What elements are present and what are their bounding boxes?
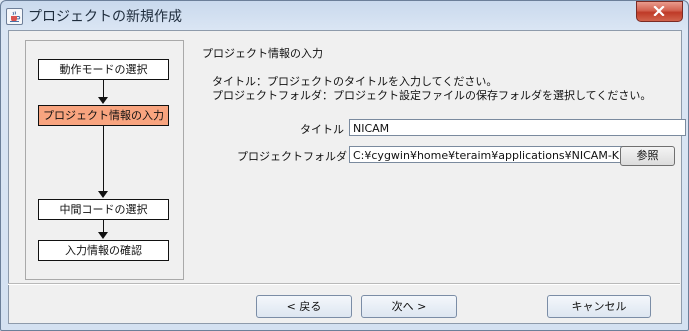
- close-icon: [653, 6, 665, 16]
- window-title: プロジェクトの新規作成: [28, 9, 182, 25]
- cancel-button[interactable]: キャンセル: [547, 295, 651, 318]
- close-button[interactable]: [636, 1, 683, 22]
- step-confirm-input: 入力情報の確認: [38, 240, 169, 261]
- step-select-intermediate-code: 中間コードの選択: [38, 199, 169, 220]
- wizard-steps-panel: 動作モードの選択 プロジェクト情報の入力 中間コードの選択 入力情報の確認: [25, 40, 184, 280]
- footer-separator: [8, 283, 680, 285]
- arrow-down-icon: [98, 97, 108, 104]
- browse-button[interactable]: 参照: [620, 146, 675, 166]
- title-label: タイトル: [300, 123, 344, 136]
- step-project-info-active: プロジェクト情報の入力: [38, 105, 169, 126]
- next-button[interactable]: 次へ >: [361, 295, 457, 318]
- section-title: プロジェクト情報の入力: [202, 47, 323, 60]
- step-connector: [103, 80, 104, 97]
- arrow-down-icon: [98, 191, 108, 198]
- step-connector: [103, 126, 104, 191]
- title-field[interactable]: NICAM: [349, 119, 686, 136]
- back-button[interactable]: < 戻る: [256, 295, 352, 318]
- project-folder-field[interactable]: C:¥cygwin¥home¥teraim¥applications¥NICAM…: [349, 146, 625, 163]
- arrow-down-icon: [98, 232, 108, 239]
- java-coffee-cup-icon: [6, 8, 23, 25]
- title-bar[interactable]: プロジェクトの新規作成: [0, 0, 689, 30]
- dialog-body: 動作モードの選択 プロジェクト情報の入力 中間コードの選択 入力情報の確認 プロ…: [8, 30, 686, 324]
- folder-description: プロジェクトフォルダ：プロジェクト設定ファイルの保存フォルダを選択してください。: [212, 89, 652, 102]
- step-select-mode: 動作モードの選択: [38, 59, 169, 80]
- project-folder-label: プロジェクトフォルダ: [237, 150, 347, 163]
